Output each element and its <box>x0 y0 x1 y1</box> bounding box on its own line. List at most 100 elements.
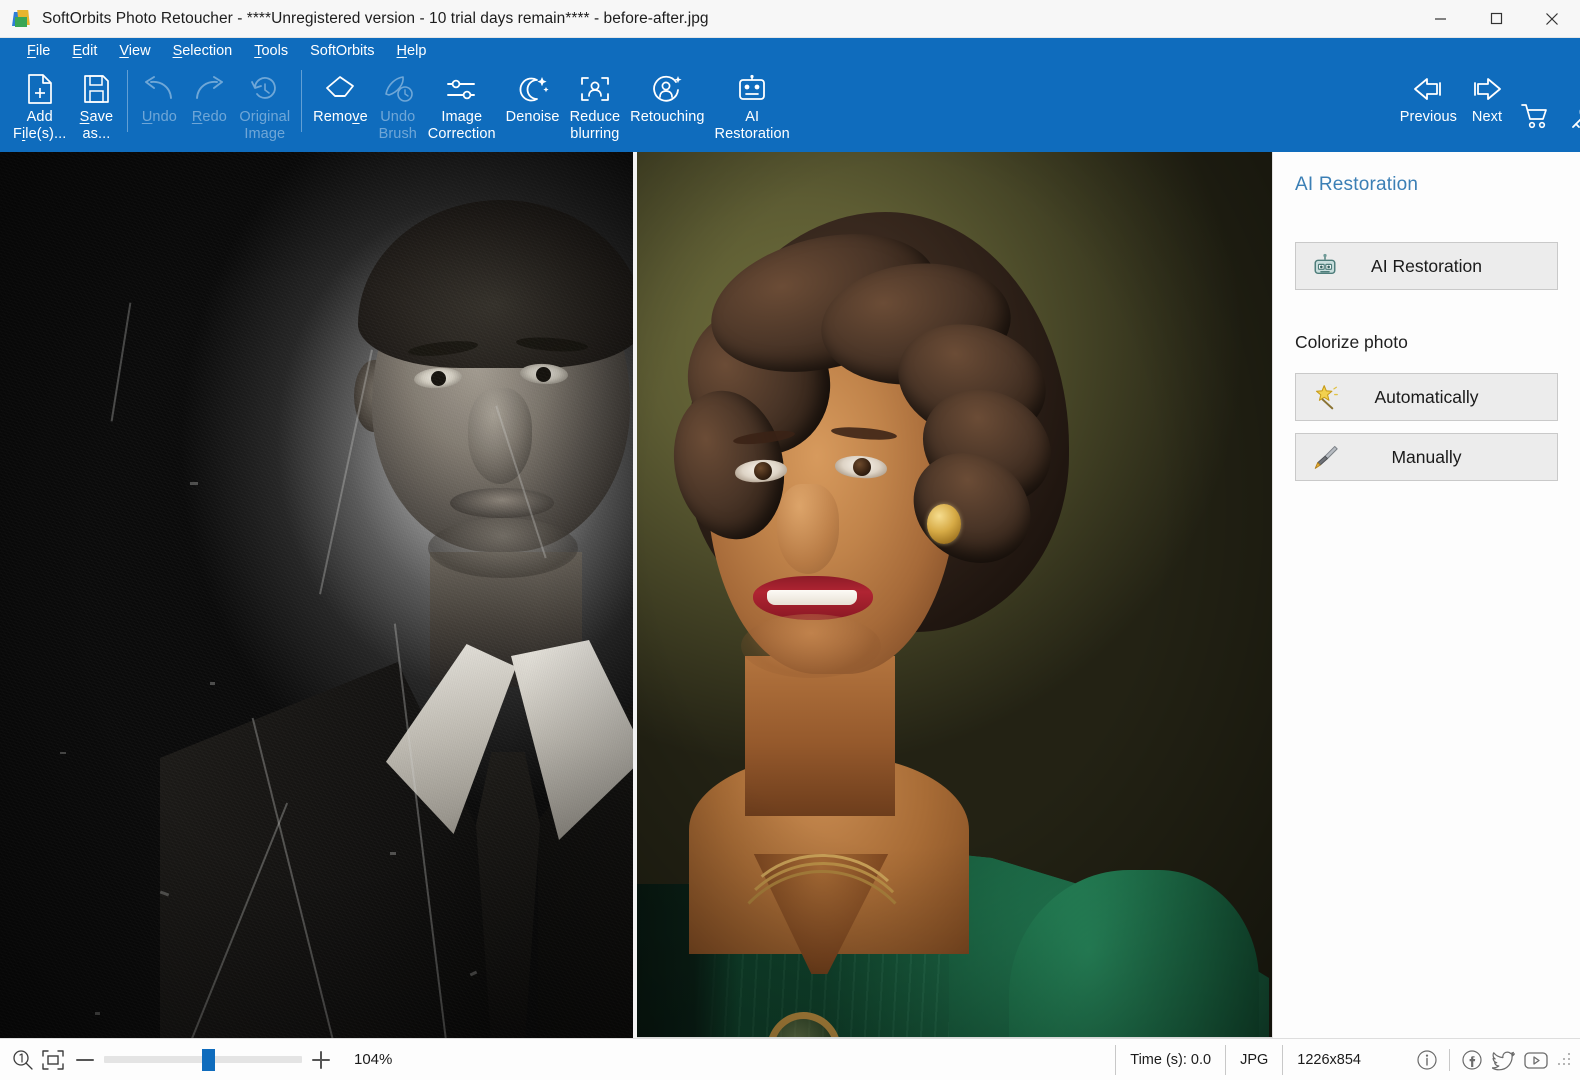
denoise-button[interactable]: Denoise <box>501 64 565 148</box>
original-image-button[interactable]: OriginalImage <box>234 64 295 148</box>
retouching-label: Retouching <box>630 109 704 126</box>
before-photo[interactable] <box>0 152 633 1038</box>
image-dimensions: 1226x854 <box>1282 1045 1401 1075</box>
menu-tools[interactable]: Tools <box>243 38 299 64</box>
menu-selection[interactable]: Selection <box>162 38 244 64</box>
close-button[interactable] <box>1524 0 1580 38</box>
menu-file[interactable]: File <box>16 38 61 64</box>
status-links-divider <box>1449 1049 1450 1071</box>
after-photo-subject <box>649 194 1269 1038</box>
zoom-actual-size-icon[interactable] <box>8 1045 38 1075</box>
reduce-blurring-label: Reduceblurring <box>570 109 621 143</box>
menu-view[interactable]: View <box>108 38 161 64</box>
magic-wand-icon <box>1310 382 1340 412</box>
undo-brush-label: UndoBrush <box>379 109 417 143</box>
previous-button[interactable]: Previous <box>1395 64 1462 148</box>
robot-icon <box>1310 251 1340 281</box>
paintbrush-icon <box>1310 442 1340 472</box>
add-file-icon <box>25 72 55 106</box>
right-panel: AI Restoration AI Restoration <box>1272 152 1580 1038</box>
image-canvas[interactable] <box>0 152 1272 1038</box>
history-clock-icon <box>250 72 280 106</box>
processing-time: Time (s): 0.0 <box>1115 1045 1225 1075</box>
twitter-icon[interactable] <box>1488 1045 1520 1075</box>
face-focus-icon <box>579 72 611 106</box>
application-window: SoftOrbits Photo Retoucher - ****Unregis… <box>0 0 1580 1080</box>
youtube-icon[interactable] <box>1520 1045 1552 1075</box>
resize-grip[interactable] <box>1556 1051 1574 1069</box>
undo-brush-icon <box>382 72 414 106</box>
maximize-button[interactable] <box>1468 0 1524 38</box>
next-label: Next <box>1472 109 1502 126</box>
facebook-icon[interactable] <box>1456 1045 1488 1075</box>
remove-label: Remove <box>313 109 368 126</box>
denoise-label: Denoise <box>506 109 560 126</box>
window-title: SoftOrbits Photo Retoucher - ****Unregis… <box>42 10 709 28</box>
toolbar-group-tools: Remove UndoBrush <box>308 64 795 152</box>
menu-edit[interactable]: Edit <box>61 38 108 64</box>
reduce-blurring-button[interactable]: Reduceblurring <box>565 64 626 148</box>
undo-brush-button[interactable]: UndoBrush <box>373 64 423 148</box>
before-photo-subject <box>300 192 633 1038</box>
zoom-level-value: 104% <box>354 1051 412 1068</box>
arrow-left-icon <box>1411 72 1445 106</box>
eraser-icon <box>324 72 356 106</box>
toolbar-group-file: AddFile(s)... Saveas... <box>8 64 121 152</box>
redo-button[interactable]: Redo <box>184 64 234 148</box>
redo-label: Redo <box>192 109 227 126</box>
ai-restoration-button[interactable]: AIRestoration <box>710 64 795 148</box>
save-as-label: Saveas... <box>80 109 113 143</box>
redo-arrow-icon <box>192 72 226 106</box>
cart-icon[interactable] <box>1512 64 1560 152</box>
undo-label: Undo <box>142 109 177 126</box>
remove-button[interactable]: Remove <box>308 64 373 148</box>
robot-icon <box>736 72 768 106</box>
add-files-button[interactable]: AddFile(s)... <box>8 64 71 148</box>
title-bar: SoftOrbits Photo Retoucher - ****Unregis… <box>0 0 1580 38</box>
after-photo[interactable] <box>637 152 1272 1038</box>
fit-to-window-icon[interactable] <box>38 1045 68 1075</box>
image-correction-button[interactable]: ImageCorrection <box>423 64 501 148</box>
colorize-section-label: Colorize photo <box>1273 332 1580 353</box>
arrow-right-icon <box>1470 72 1504 106</box>
toolbar-separator-2 <box>301 70 302 132</box>
toolbar: AddFile(s)... Saveas... <box>0 64 1580 152</box>
minimize-button[interactable] <box>1412 0 1468 38</box>
add-files-label: AddFile(s)... <box>13 109 66 143</box>
colorize-automatically-button[interactable]: Automatically <box>1295 373 1558 421</box>
toolbar-group-navigation: Previous Next <box>1395 64 1512 148</box>
save-as-icon <box>81 72 111 106</box>
toolbar-group-links <box>1512 64 1580 152</box>
person-sparkle-icon <box>651 72 683 106</box>
sliders-icon <box>445 72 479 106</box>
moon-stars-icon <box>517 72 549 106</box>
image-correction-label: ImageCorrection <box>428 109 496 143</box>
info-icon[interactable] <box>1411 1045 1443 1075</box>
save-as-button[interactable]: Saveas... <box>71 64 121 148</box>
status-bar-links <box>1401 1045 1552 1075</box>
retouching-button[interactable]: Retouching <box>625 64 709 148</box>
menu-help[interactable]: Help <box>386 38 438 64</box>
softorbits-logo-icon <box>12 9 32 29</box>
menu-bar: File Edit View Selection Tools SoftOrbit… <box>0 38 1580 64</box>
undo-arrow-icon <box>142 72 176 106</box>
toolbar-separator-1 <box>127 70 128 132</box>
zoom-out-button[interactable] <box>68 1045 102 1075</box>
zoom-in-button[interactable] <box>304 1045 338 1075</box>
panel-title: AI Restoration <box>1273 152 1580 196</box>
undo-button[interactable]: Undo <box>134 64 184 148</box>
previous-label: Previous <box>1400 109 1457 126</box>
panel-ai-restoration-button[interactable]: AI Restoration <box>1295 242 1558 290</box>
key-icon[interactable] <box>1560 64 1580 152</box>
zoom-slider-thumb[interactable] <box>202 1049 215 1071</box>
status-bar: 104% Time (s): 0.0 JPG 1226x854 <box>0 1038 1580 1080</box>
file-format: JPG <box>1225 1045 1282 1075</box>
toolbar-group-history: Undo Redo O <box>134 64 295 152</box>
original-image-label: OriginalImage <box>239 109 290 143</box>
next-button[interactable]: Next <box>1462 64 1512 148</box>
zoom-slider[interactable] <box>104 1045 302 1075</box>
window-controls <box>1412 0 1580 38</box>
colorize-manually-button[interactable]: Manually <box>1295 433 1558 481</box>
main-area: AI Restoration AI Restoration <box>0 152 1580 1038</box>
menu-softorbits[interactable]: SoftOrbits <box>299 38 385 64</box>
